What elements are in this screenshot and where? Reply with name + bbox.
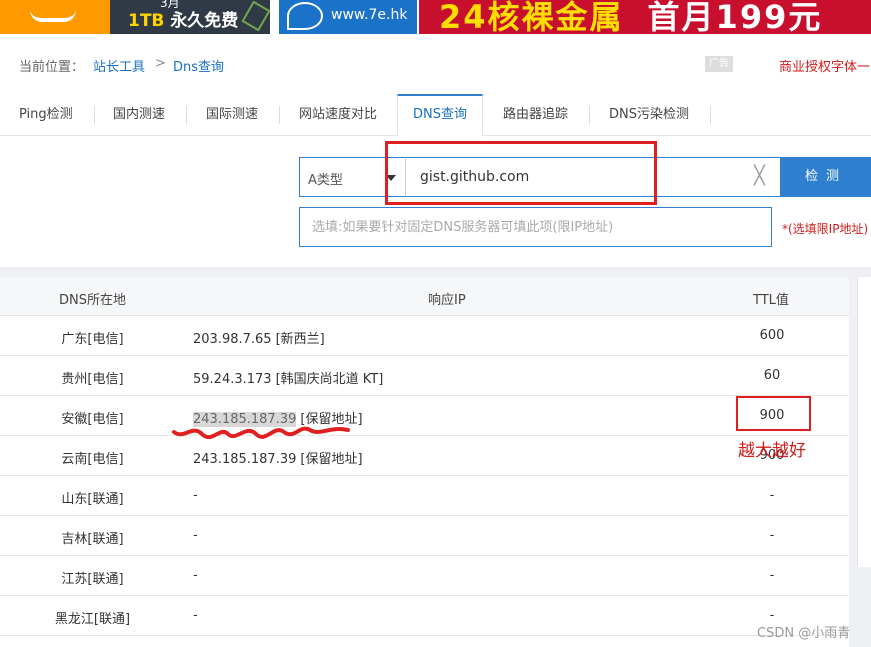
cell-dns-location: 黑龙江[联通]	[54, 612, 131, 627]
tab-traceroute[interactable]: 路由器追踪	[503, 94, 568, 136]
ad-badge: 广告	[705, 56, 733, 72]
header-dns-location: DNS所在地	[59, 293, 126, 308]
cell-response-ip: -	[193, 568, 198, 583]
banner-storage-label: 永久免费	[170, 11, 239, 31]
red-underline-scribble	[172, 426, 350, 440]
table-row: 山东[联通] - -	[0, 476, 849, 516]
cell-ttl: -	[769, 528, 775, 543]
ip-address[interactable]: 243.185.187.39	[193, 452, 296, 467]
breadcrumb-separator: >	[155, 56, 166, 71]
ip-address[interactable]: -	[193, 608, 198, 623]
dns-server-hint: *(选填限IP地址)	[782, 222, 869, 236]
cell-ttl: -	[769, 488, 775, 503]
tab-divider	[279, 106, 280, 124]
banner-7e[interactable]: www.7e.hk	[279, 0, 417, 34]
tab-domestic-speed[interactable]: 国内测速	[113, 94, 165, 136]
tab-dns-pollution[interactable]: DNS污染检测	[609, 94, 689, 136]
tab-ping[interactable]: Ping检测	[19, 94, 73, 136]
banner-server[interactable]: 24核裸金属 首月199元	[419, 0, 871, 34]
banner-storage-highlight: 1TB	[128, 11, 165, 31]
ip-location-tag: [保留地址]	[300, 452, 363, 467]
table-row: 吉林[联通] - -	[0, 516, 849, 556]
cell-dns-location: 山东[联通]	[61, 492, 124, 507]
banner-7e-site: www.7e.hk	[331, 7, 408, 23]
record-type-value: A类型	[308, 173, 343, 188]
clear-icon[interactable]: ╳	[754, 166, 765, 186]
table-row: 安徽[电信] 243.185.187.39 [保留地址] 900	[0, 396, 849, 436]
ip-address[interactable]: -	[193, 488, 198, 503]
tab-speed-compare[interactable]: 网站速度对比	[299, 94, 377, 136]
cell-response-ip: -	[193, 528, 198, 543]
banner-storage[interactable]: 3月 1TB 永久免费	[0, 0, 270, 34]
ad-banners: 3月 1TB 永久免费 www.7e.hk 24核裸金属 首月199元	[0, 0, 871, 34]
ttl-highlight-box	[736, 396, 811, 431]
tab-divider	[94, 106, 95, 124]
watermark: CSDN @小雨青	[757, 626, 851, 641]
breadcrumb-label: 当前位置：	[19, 60, 85, 75]
cell-response-ip: 59.24.3.173 [韩国庆尚北道 KT]	[193, 368, 383, 387]
results-table: DNS所在地 响应IP TTL值 广东[电信] 203.98.7.65 [新西兰] 6…	[0, 277, 849, 647]
tab-divider	[186, 106, 187, 124]
side-panel	[857, 277, 871, 567]
tool-tabs: Ping检测 国内测速 国际测速 网站速度对比 DNS查询 路由器追踪 DNS污…	[0, 94, 871, 137]
ip-address[interactable]: 59.24.3.173	[193, 372, 272, 387]
table-row: 云南[电信] 243.185.187.39 [保留地址] 900	[0, 436, 849, 476]
ip-address[interactable]: -	[193, 528, 198, 543]
header-ttl: TTL值	[753, 293, 789, 308]
ip-address[interactable]: -	[193, 568, 198, 583]
cell-dns-location: 江苏[联通]	[61, 572, 124, 587]
banner-server-text: 24核裸金属 首月199元	[439, 0, 822, 34]
cell-ttl: 60	[763, 368, 781, 383]
tab-divider	[710, 106, 711, 124]
table-row: 江苏[联通] - -	[0, 556, 849, 596]
tab-dns-query[interactable]: DNS查询	[397, 94, 483, 137]
table-row: 广东[电信] 203.98.7.65 [新西兰] 600	[0, 316, 849, 356]
page: 3月 1TB 永久免费 www.7e.hk 24核裸金属 首月199元 当前位置：…	[0, 0, 871, 647]
breadcrumb-link-tools[interactable]: 站长工具	[93, 56, 145, 75]
chat-bubble-icon	[287, 2, 323, 30]
tab-divider	[589, 106, 590, 124]
cell-response-ip: -	[193, 488, 198, 503]
table-header: DNS所在地 响应IP TTL值	[0, 277, 849, 316]
cell-ttl: -	[769, 568, 775, 583]
table-row: 黑龙江[联通] - -	[0, 596, 849, 636]
cell-dns-location: 云南[电信]	[61, 452, 124, 467]
cell-dns-location: 贵州[电信]	[61, 372, 124, 387]
cell-response-ip: 243.185.187.39 [保留地址]	[193, 448, 363, 467]
cell-dns-location: 安徽[电信]	[61, 412, 124, 427]
commercial-font-link[interactable]: 商业授权字体一	[779, 56, 870, 75]
cell-ttl: 600	[759, 328, 785, 343]
amazon-logo	[0, 0, 110, 34]
cell-ttl: -	[769, 608, 775, 623]
banner-storage-text: 1TB 永久免费	[128, 6, 238, 31]
banner-server-price: 首月199元	[647, 0, 823, 34]
ip-location-tag: [韩国庆尚北道 KT]	[275, 372, 384, 387]
hexagon-icon	[241, 0, 270, 32]
domain-highlight-box	[385, 141, 657, 205]
breadcrumb: 当前位置： 站长工具 > Dns查询 广告 商业授权字体一	[0, 34, 871, 94]
query-form: A类型 ╳ 检测 *(选填限IP地址)	[0, 137, 871, 267]
ip-address[interactable]: 203.98.7.65	[193, 332, 272, 347]
header-response-ip: 响应IP	[428, 293, 466, 308]
detect-button[interactable]: 检测	[781, 157, 871, 197]
cell-response-ip: 203.98.7.65 [新西兰]	[193, 328, 325, 347]
dns-server-field	[299, 207, 772, 247]
cell-response-ip: -	[193, 608, 198, 623]
banner-server-headline: 24核裸金属	[439, 0, 624, 34]
cell-dns-location: 广东[电信]	[61, 332, 124, 347]
annotation-note: 越大越好	[738, 441, 806, 461]
breadcrumb-link-dns[interactable]: Dns查询	[173, 56, 224, 75]
table-row: 贵州[电信] 59.24.3.173 [韩国庆尚北道 KT] 60	[0, 356, 849, 396]
cell-dns-location: 吉林[联通]	[61, 532, 124, 547]
dns-server-input[interactable]	[300, 208, 771, 246]
ip-location-tag: [新西兰]	[275, 332, 325, 347]
tab-international-speed[interactable]: 国际测速	[206, 94, 258, 136]
